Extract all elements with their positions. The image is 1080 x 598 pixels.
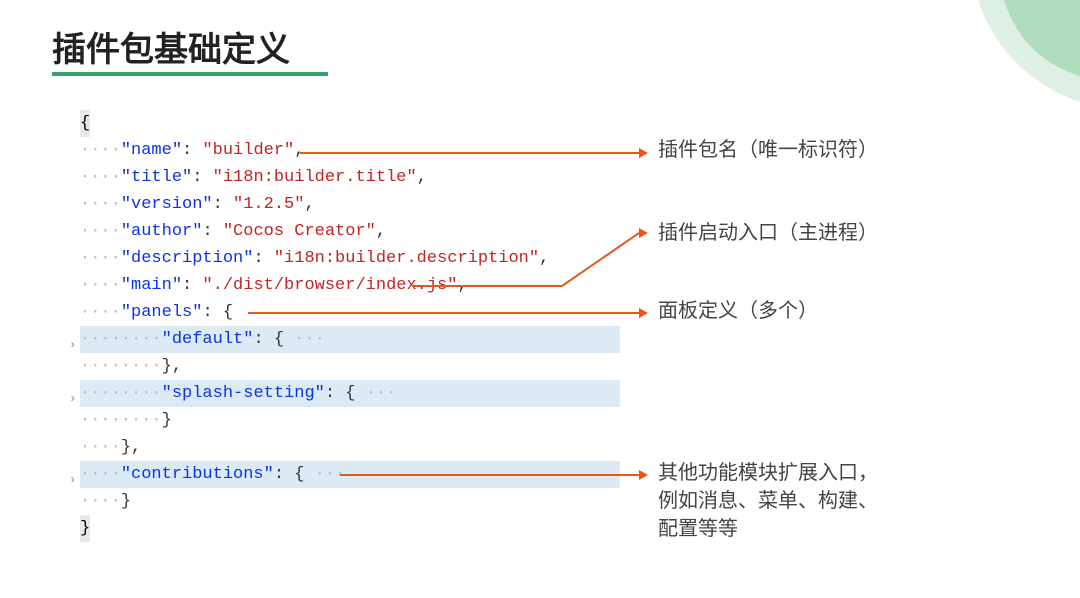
code-line-close: ····} — [80, 488, 620, 515]
title-underline — [52, 72, 328, 76]
code-line-main: ····"main": "./dist/browser/index.js", — [80, 272, 620, 299]
code-line-panels: ····"panels": { — [80, 299, 620, 326]
code-line-splash: ›········"splash-setting": { ··· — [80, 380, 620, 407]
annotation-panels: 面板定义（多个） — [658, 297, 818, 325]
code-line-close: ····}, — [80, 434, 620, 461]
code-line-title: ····"title": "i18n:builder.title", — [80, 164, 620, 191]
code-line-close: ········}, — [80, 353, 620, 380]
code-line-version: ····"version": "1.2.5", — [80, 191, 620, 218]
chevron-right-icon: › — [69, 386, 76, 413]
code-line-name: ····"name": "builder", — [80, 137, 620, 164]
code-line: { — [80, 110, 620, 137]
annotation-name: 插件包名（唯一标识符） — [658, 136, 878, 164]
chevron-right-icon: › — [69, 467, 76, 494]
code-line-description: ····"description": "i18n:builder.descrip… — [80, 245, 620, 272]
code-line-close: } — [80, 515, 620, 542]
code-line-default: ›········"default": { ··· — [80, 326, 620, 353]
annotation-contributions: 其他功能模块扩展入口， 例如消息、菜单、构建、 配置等等 — [658, 459, 878, 543]
code-line-author: ····"author": "Cocos Creator", — [80, 218, 620, 245]
annotation-main: 插件启动入口（主进程） — [658, 219, 878, 247]
chevron-right-icon: › — [69, 332, 76, 359]
code-line-contributions: ›····"contributions": { ··· — [80, 461, 620, 488]
code-line-close: ········} — [80, 407, 620, 434]
code-block: { ····"name": "builder", ····"title": "i… — [80, 110, 620, 542]
slide-title: 插件包基础定义 — [52, 22, 290, 71]
